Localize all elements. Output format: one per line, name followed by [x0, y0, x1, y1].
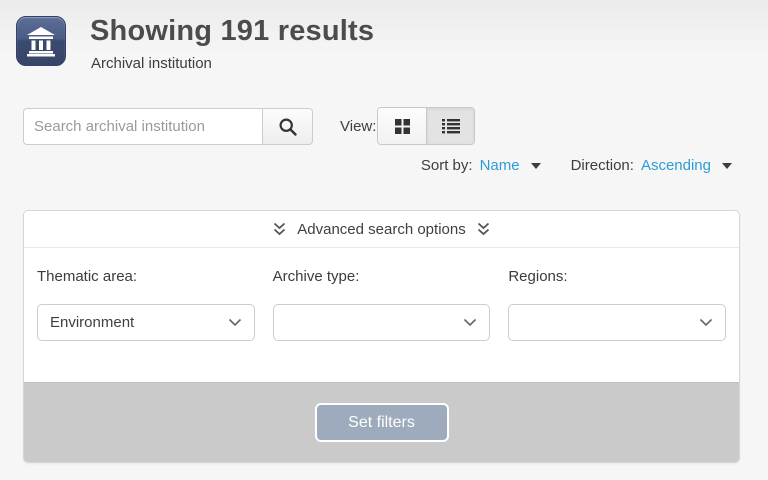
bank-building-glyph [24, 24, 58, 58]
chevron-down-icon [228, 318, 242, 327]
sort-by-label: Sort by: [421, 157, 473, 174]
filter-archive-type: Archive type: [273, 268, 491, 382]
view-label: View: [340, 118, 376, 135]
direction-caret-icon[interactable] [722, 163, 732, 169]
sort-by-value-link[interactable]: Name [480, 157, 520, 174]
thematic-area-label: Thematic area: [37, 268, 255, 285]
page-subtitle: Archival institution [91, 55, 212, 72]
page-background: Showing 191 results Archival institution… [0, 0, 768, 480]
card-view-button[interactable] [378, 108, 426, 144]
filter-form: Thematic area: Environment Archive type: [24, 248, 739, 382]
double-chevron-down-icon [273, 222, 286, 236]
search-button[interactable] [262, 108, 313, 145]
advanced-search-panel: Advanced search options Thematic area: E… [23, 210, 740, 463]
grid-icon [394, 118, 411, 135]
thematic-area-value: Environment [50, 314, 228, 331]
search-group [23, 108, 313, 145]
table-view-button[interactable] [426, 108, 474, 144]
direction-value-link[interactable]: Ascending [641, 157, 711, 174]
advanced-search-toggle[interactable]: Advanced search options [24, 211, 739, 248]
search-icon [278, 117, 298, 137]
regions-select[interactable] [508, 304, 726, 341]
double-chevron-down-icon [477, 222, 490, 236]
set-filters-button[interactable]: Set filters [315, 403, 449, 442]
archival-institution-icon [16, 16, 66, 66]
filter-actions-footer: Set filters [24, 382, 739, 462]
search-input[interactable] [23, 108, 262, 145]
filter-thematic-area: Thematic area: Environment [37, 268, 255, 382]
sort-by-caret-icon[interactable] [531, 163, 541, 169]
advanced-search-title: Advanced search options [297, 221, 465, 238]
thematic-area-select[interactable]: Environment [37, 304, 255, 341]
archive-type-label: Archive type: [273, 268, 491, 285]
direction-label: Direction: [571, 157, 634, 174]
filter-regions: Regions: [508, 268, 726, 382]
page-title: Showing 191 results [90, 15, 374, 48]
sort-row: Sort by: Name Direction: Ascending [421, 157, 740, 174]
view-toggle-group [377, 107, 475, 145]
list-icon [442, 118, 460, 134]
chevron-down-icon [463, 318, 477, 327]
regions-label: Regions: [508, 268, 726, 285]
archive-type-select[interactable] [273, 304, 491, 341]
chevron-down-icon [699, 318, 713, 327]
